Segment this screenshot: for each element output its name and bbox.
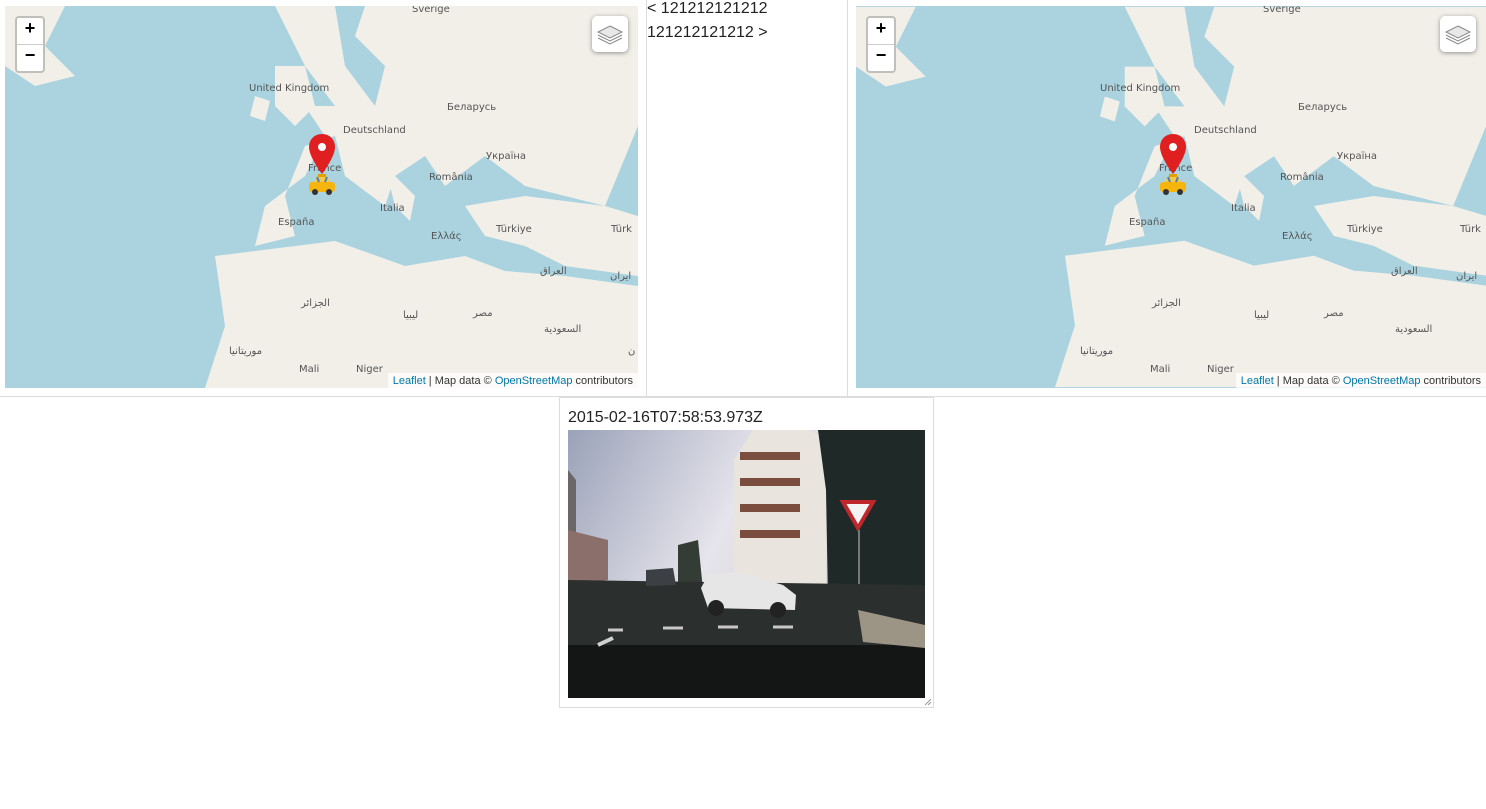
label-libya: ليبيا bbox=[403, 310, 419, 321]
label-belarus: Беларусь bbox=[447, 102, 497, 113]
label-deutschland: Deutschland bbox=[343, 125, 406, 136]
label-ukraine: Україна bbox=[486, 151, 527, 162]
label-cut-right: ن bbox=[628, 346, 636, 357]
attribution-contributors: contributors bbox=[1420, 375, 1481, 387]
map-marker-icon[interactable] bbox=[1160, 134, 1186, 174]
label-niger: Niger bbox=[356, 364, 383, 375]
label-ukraine: Україна bbox=[1337, 151, 1378, 162]
label-mali: Mali bbox=[1150, 364, 1171, 375]
attribution-contributors: contributors bbox=[572, 375, 633, 387]
label-niger: Niger bbox=[1207, 364, 1234, 375]
label-algeria: الجزائر bbox=[1152, 298, 1181, 309]
column-divider bbox=[646, 0, 647, 396]
column-divider bbox=[847, 0, 848, 396]
attribution-separator: | Map data © bbox=[1273, 375, 1343, 387]
label-uk: United Kingdom bbox=[249, 83, 330, 94]
label-turkiye: Türkiye bbox=[496, 224, 532, 235]
zoom-out-button[interactable]: − bbox=[17, 44, 43, 71]
prev-link[interactable]: < 121212121212 bbox=[647, 0, 768, 18]
layers-icon bbox=[596, 25, 624, 45]
label-belarus: Беларусь bbox=[1298, 102, 1348, 113]
label-iraq: العراق bbox=[540, 266, 567, 277]
dashcam-photo bbox=[568, 430, 925, 698]
label-saudi: السعودية bbox=[544, 324, 582, 335]
resize-grip-icon[interactable] bbox=[924, 698, 932, 706]
map-attribution: Leaflet | Map data © OpenStreetMap contr… bbox=[1235, 373, 1486, 388]
label-turkiye: Türkiye bbox=[1347, 224, 1383, 235]
taxi-icon[interactable] bbox=[307, 174, 337, 196]
label-iran: ایران bbox=[610, 271, 632, 282]
label-iraq: العراق bbox=[1391, 266, 1418, 277]
osm-link[interactable]: OpenStreetMap bbox=[495, 375, 573, 387]
label-algeria: الجزائر bbox=[301, 298, 330, 309]
label-sverige: Sverige bbox=[412, 6, 450, 15]
label-uk: United Kingdom bbox=[1100, 83, 1181, 94]
taxi-icon[interactable] bbox=[1158, 174, 1188, 196]
layers-button[interactable] bbox=[592, 16, 628, 52]
label-romania: România bbox=[1280, 172, 1324, 183]
label-deutschland: Deutschland bbox=[1194, 125, 1257, 136]
attribution-separator: | Map data © bbox=[425, 375, 495, 387]
label-italia: Italia bbox=[380, 203, 405, 214]
zoom-out-button[interactable]: − bbox=[868, 44, 894, 71]
label-libya: ليبيا bbox=[1254, 310, 1270, 321]
label-ellas: Ελλάς bbox=[431, 231, 462, 242]
label-italia: Italia bbox=[1231, 203, 1256, 214]
leaflet-link[interactable]: Leaflet bbox=[393, 375, 426, 387]
map-left[interactable]: Sverige United Kingdom Беларусь Deutschl… bbox=[5, 6, 638, 388]
label-romania: România bbox=[429, 172, 473, 183]
label-mauritania: موريتانيا bbox=[1080, 346, 1114, 357]
label-espana: España bbox=[278, 217, 315, 228]
frame-timestamp: 2015-02-16T07:58:53.973Z bbox=[568, 409, 763, 426]
label-mali: Mali bbox=[299, 364, 320, 375]
zoom-in-button[interactable]: + bbox=[868, 18, 894, 44]
map-marker-icon[interactable] bbox=[309, 134, 335, 174]
label-iran: ایران bbox=[1456, 271, 1478, 282]
map-attribution: Leaflet | Map data © OpenStreetMap contr… bbox=[387, 373, 638, 388]
label-turk-cut: Türk bbox=[611, 224, 632, 235]
zoom-control: + − bbox=[866, 16, 896, 73]
label-saudi: السعودية bbox=[1395, 324, 1433, 335]
map-right[interactable]: Sverige United Kingdom Беларусь Deutschl… bbox=[856, 6, 1486, 388]
next-link[interactable]: 121212121212 > bbox=[647, 24, 768, 42]
zoom-control: + − bbox=[15, 16, 45, 73]
label-turk-cut: Türk bbox=[1460, 224, 1481, 235]
label-egypt: مصر bbox=[1324, 308, 1344, 319]
osm-link[interactable]: OpenStreetMap bbox=[1343, 375, 1421, 387]
label-sverige: Sverige bbox=[1263, 6, 1301, 15]
label-espana: España bbox=[1129, 217, 1166, 228]
label-ellas: Ελλάς bbox=[1282, 231, 1313, 242]
frame-panel: 2015-02-16T07:58:53.973Z bbox=[559, 397, 934, 708]
leaflet-link[interactable]: Leaflet bbox=[1241, 375, 1274, 387]
label-egypt: مصر bbox=[473, 308, 493, 319]
zoom-in-button[interactable]: + bbox=[17, 18, 43, 44]
label-mauritania: موريتانيا bbox=[229, 346, 263, 357]
layers-button[interactable] bbox=[1440, 16, 1476, 52]
layers-icon bbox=[1444, 25, 1472, 45]
basemap-tiles bbox=[856, 6, 1486, 388]
